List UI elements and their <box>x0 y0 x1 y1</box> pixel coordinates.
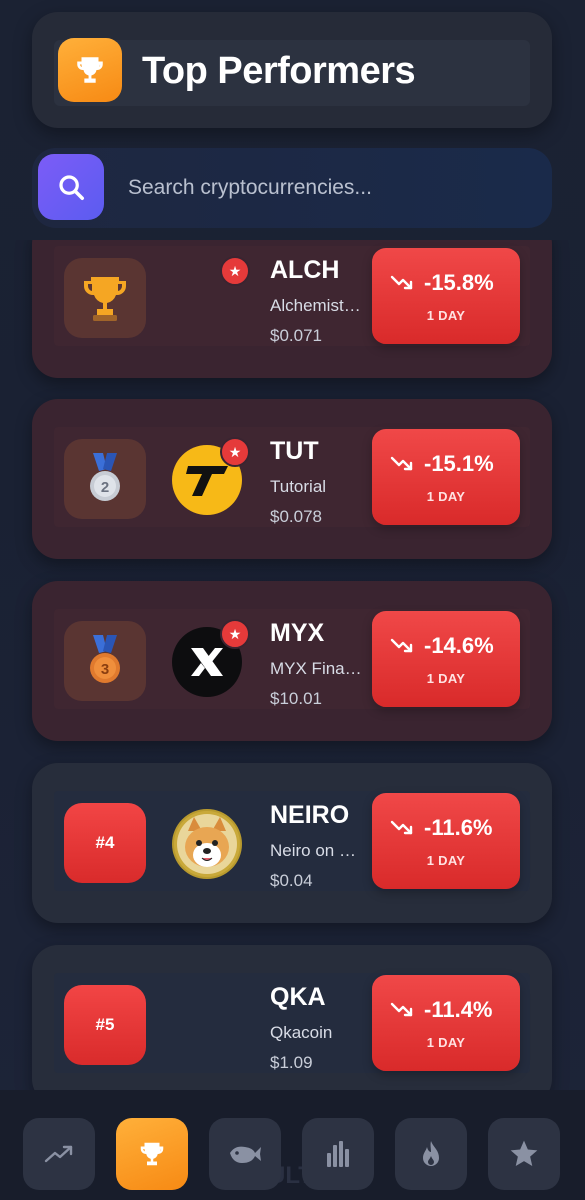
change-badge: -11.4% 1 DAY <box>372 975 520 1071</box>
search-icon <box>59 175 84 200</box>
silver-medal-icon: 2 <box>90 453 120 501</box>
coin-card[interactable]: ★ ALCH Alchemist AI $0.071 -15.8% 1 DAY <box>32 240 552 378</box>
rank-badge: #5 <box>64 985 146 1065</box>
page-title: Top Performers <box>142 50 416 92</box>
coin-symbol: QKA <box>270 983 326 1011</box>
change-period: 1 DAY <box>426 1035 466 1050</box>
nav-trophy-button[interactable] <box>116 1118 188 1190</box>
trending-down-icon <box>390 1002 413 1017</box>
trending-down-icon <box>390 820 413 835</box>
medal-rank-label: 2 <box>101 479 109 496</box>
nav-star-button[interactable] <box>488 1118 560 1190</box>
search-input[interactable] <box>128 170 528 206</box>
favorite-star-badge[interactable]: ★ <box>220 437 250 467</box>
rank-badge <box>64 258 146 338</box>
search-button[interactable] <box>38 154 104 220</box>
rank-badge: 2 <box>64 439 146 519</box>
neiro-logo <box>172 809 242 879</box>
trending-icon <box>44 1145 73 1163</box>
coin-name: Alchemist AI <box>270 296 362 315</box>
coin-card[interactable]: 3 ★ MYX MYX Finance $10.01 -14.6% 1 DAY <box>32 581 552 741</box>
search-bar <box>32 148 552 228</box>
coin-name: Tutorial <box>270 477 327 496</box>
trending-down-icon <box>390 275 413 290</box>
coin-name: MYX Finance <box>270 659 362 678</box>
coin-name: Qkacoin <box>270 1023 333 1042</box>
trophy-icon <box>58 38 122 102</box>
coin-price: $0.04 <box>270 871 313 890</box>
trending-down-icon <box>390 638 413 653</box>
change-badge: -15.1% 1 DAY <box>372 429 520 525</box>
coin-price: $10.01 <box>270 689 322 708</box>
bottom-nav: ULTIM <box>0 1090 585 1200</box>
change-value: -15.8% <box>424 270 494 295</box>
coin-price: $0.071 <box>270 326 322 345</box>
favorite-star-badge[interactable]: ★ <box>220 256 250 286</box>
coin-price: $1.09 <box>270 1053 313 1072</box>
favorite-star-badge[interactable]: ★ <box>220 619 250 649</box>
nav-trending-button[interactable] <box>23 1118 95 1190</box>
change-value: -14.6% <box>424 633 494 658</box>
change-badge: -15.8% 1 DAY <box>372 248 520 344</box>
rank-badge: #4 <box>64 803 146 883</box>
nav-fire-button[interactable] <box>395 1118 467 1190</box>
change-period: 1 DAY <box>426 308 466 323</box>
coin-symbol: MYX <box>270 619 325 647</box>
coin-card[interactable]: #4 NEIRO Neiro on ETH $0.04 <box>32 763 552 923</box>
change-value: -11.6% <box>424 815 493 840</box>
star-icon <box>510 1140 538 1166</box>
coin-card[interactable]: #5 QKA Qkacoin $1.09 -11.4% 1 DAY <box>32 945 552 1090</box>
coin-list: ★ ALCH Alchemist AI $0.071 -15.8% 1 DAY <box>0 240 585 1090</box>
trophy-icon <box>140 1142 164 1166</box>
coin-name: Neiro on ETH <box>270 841 362 860</box>
coin-card[interactable]: 2 ★ TUT Tutorial $0.078 -15.1% 1 DAY <box>32 399 552 559</box>
trophy-icon <box>84 277 126 321</box>
whale-icon <box>230 1146 261 1163</box>
change-badge: -14.6% 1 DAY <box>372 611 520 707</box>
trending-down-icon <box>390 456 413 471</box>
bar-chart-icon <box>327 1141 349 1167</box>
change-badge: -11.6% 1 DAY <box>372 793 520 889</box>
coin-symbol: ALCH <box>270 256 340 284</box>
fire-icon <box>423 1141 439 1166</box>
change-value: -15.1% <box>424 451 494 476</box>
change-period: 1 DAY <box>426 671 466 686</box>
bronze-medal-icon: 3 <box>90 635 120 683</box>
page-header: Top Performers <box>32 12 552 128</box>
nav-chart-button[interactable] <box>302 1118 374 1190</box>
change-period: 1 DAY <box>426 489 466 504</box>
coin-symbol: TUT <box>270 437 319 465</box>
nav-whale-button[interactable] <box>209 1118 281 1190</box>
coin-symbol: NEIRO <box>270 801 350 829</box>
change-value: -11.4% <box>424 997 493 1022</box>
rank-badge: 3 <box>64 621 146 701</box>
medal-rank-label: 3 <box>101 661 109 678</box>
coin-price: $0.078 <box>270 507 322 526</box>
change-period: 1 DAY <box>426 853 466 868</box>
